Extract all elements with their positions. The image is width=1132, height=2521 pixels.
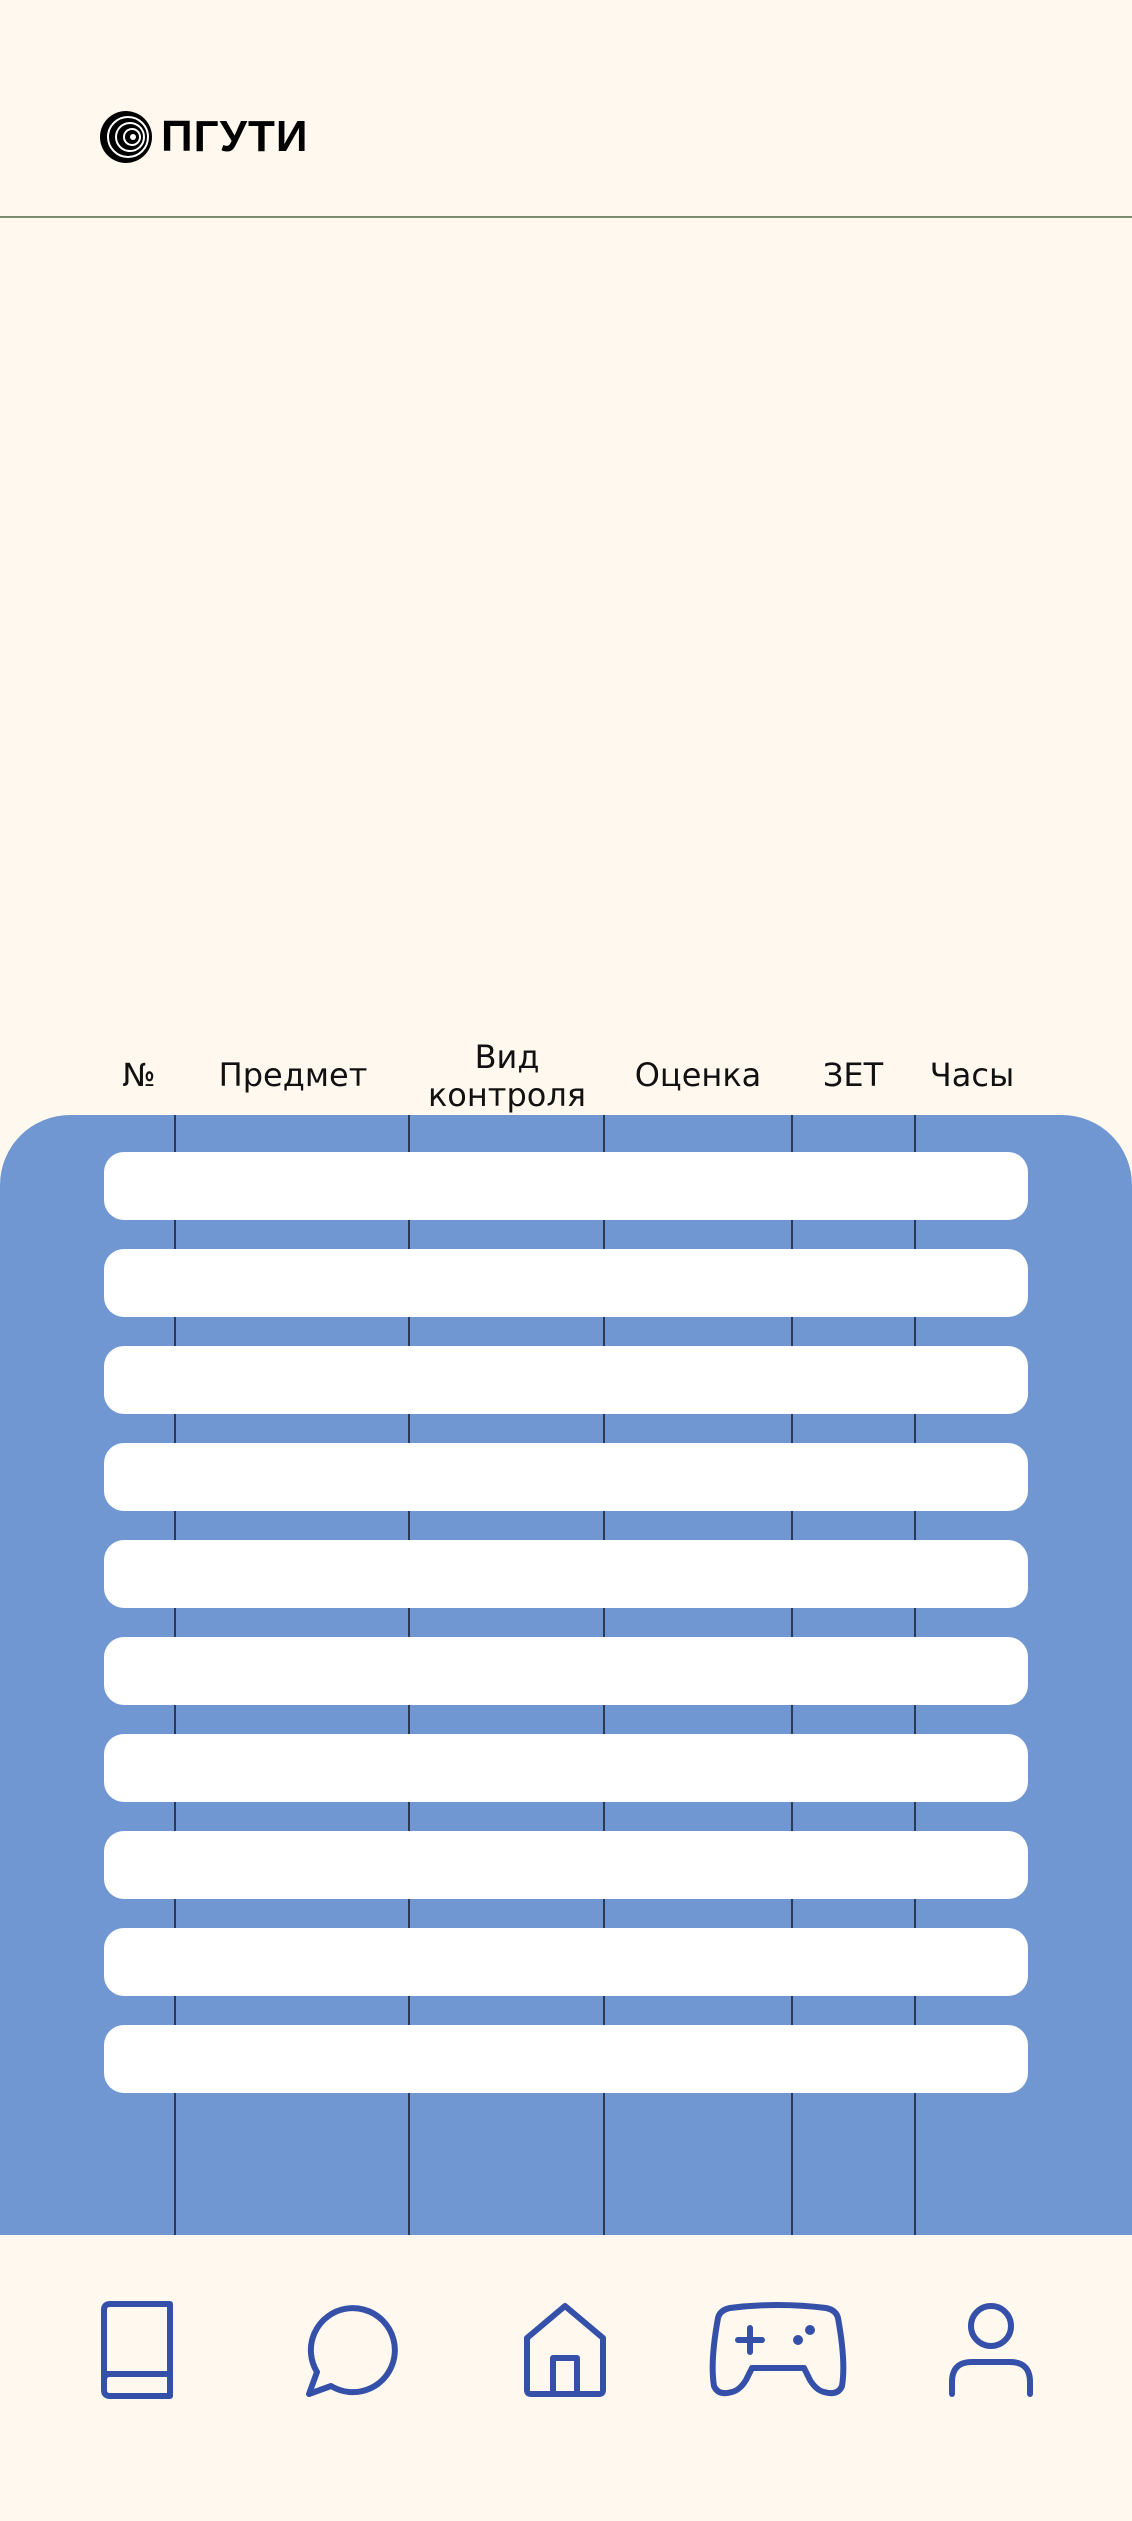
column-header-control-type: Вид контроля [427,1038,587,1114]
nav-profile-button[interactable] [916,2285,1066,2415]
column-header-grade: Оценка [634,1056,762,1094]
gamepad-icon [709,2302,847,2397]
book-icon [101,2301,173,2399]
nav-home-button[interactable] [490,2285,640,2415]
logo-text: ПГУТИ [161,112,309,161]
bottom-nav [0,2235,1132,2521]
table-row[interactable] [104,2025,1028,2093]
table-row[interactable] [104,1831,1028,1899]
table-row[interactable] [104,1540,1028,1608]
table-row[interactable] [104,1346,1028,1414]
grades-table-panel [0,1115,1132,2235]
logo-icon [100,111,152,163]
header: ПГУТИ [0,0,1132,216]
column-header-hours: Часы [929,1056,1015,1094]
chat-icon [306,2305,398,2397]
nav-games-button[interactable] [703,2285,853,2415]
column-header-subject: Предмет [218,1056,368,1094]
table-row[interactable] [104,1152,1028,1220]
nav-chat-button[interactable] [274,2285,424,2415]
nav-book-button[interactable] [63,2285,213,2415]
table-row[interactable] [104,1637,1028,1705]
table-row[interactable] [104,1734,1028,1802]
logo: ПГУТИ [99,110,308,164]
header-divider [0,216,1132,218]
home-icon [524,2303,606,2397]
user-icon [949,2303,1033,2397]
column-header-number: № [122,1056,156,1094]
table-row[interactable] [104,1928,1028,1996]
table-row[interactable] [104,1249,1028,1317]
column-header-credits: ЗЕТ [822,1056,884,1094]
table-header: № Предмет Вид контроля Оценка ЗЕТ Часы [0,1030,1132,1114]
table-row[interactable] [104,1443,1028,1511]
